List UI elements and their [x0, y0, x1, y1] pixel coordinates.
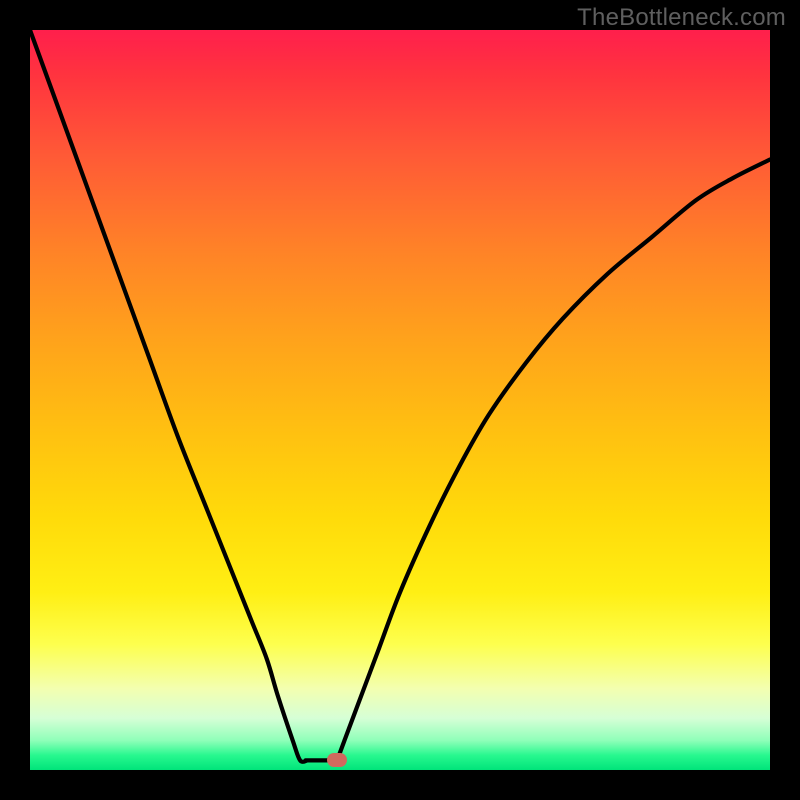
chart-frame: TheBottleneck.com [0, 0, 800, 800]
bottleneck-curve [30, 30, 770, 770]
optimum-marker [327, 753, 347, 767]
plot-area [30, 30, 770, 770]
watermark-text: TheBottleneck.com [577, 4, 786, 32]
